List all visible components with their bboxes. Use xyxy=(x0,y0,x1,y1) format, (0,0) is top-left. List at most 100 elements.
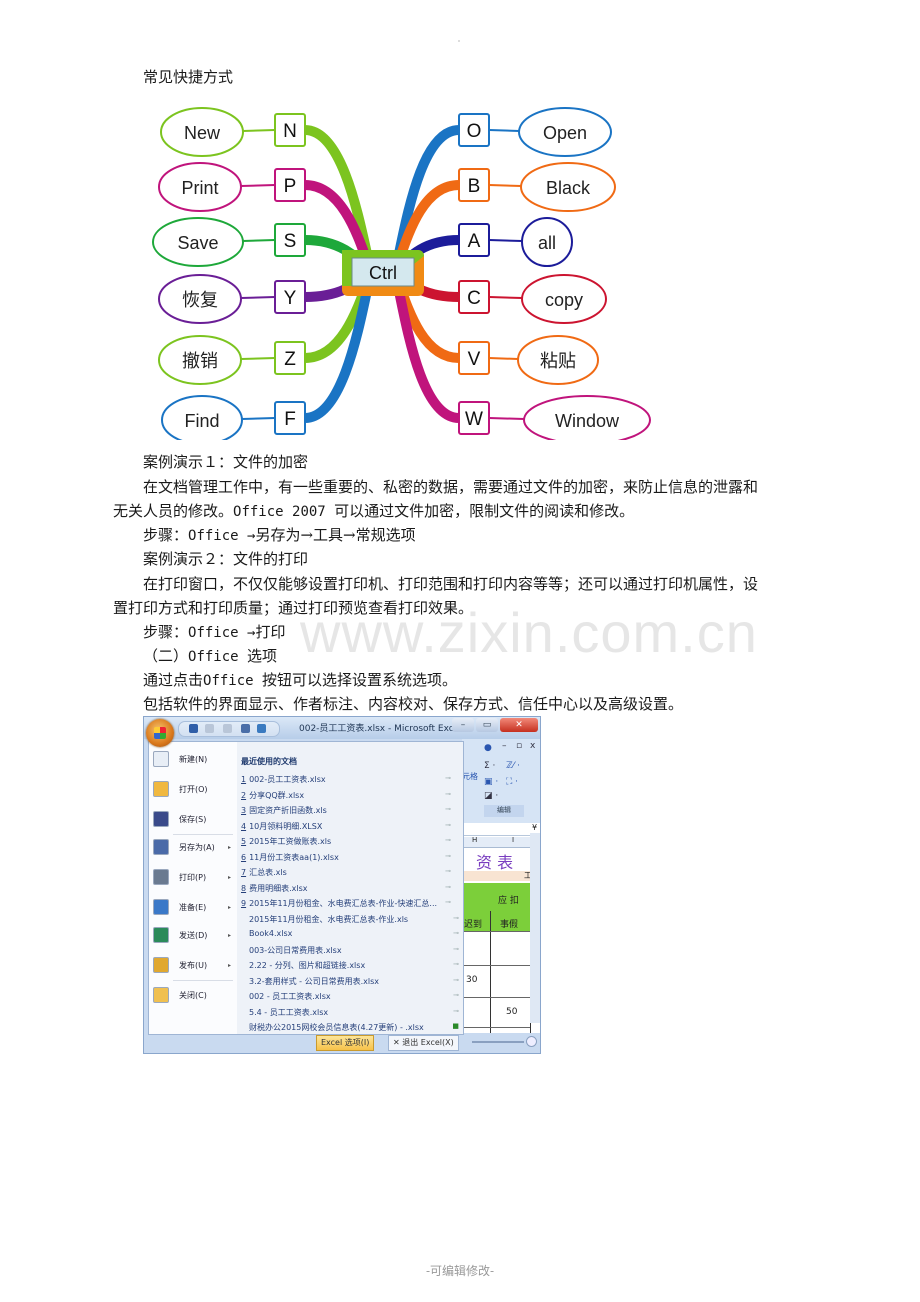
pin-icon[interactable]: ⊸ xyxy=(453,976,459,984)
recent-doc-item[interactable]: 2015年11月份租金、水电费汇总表-作业.xls ⊸ xyxy=(241,914,461,929)
recent-doc-item[interactable]: 8 费用明细表.xlsx ⊸ xyxy=(241,883,453,898)
pin-icon[interactable]: ⊸ xyxy=(445,805,451,813)
minimize-button[interactable]: – xyxy=(452,718,474,732)
recent-doc-item[interactable]: 003-公司日常费用表.xlsx ⊸ xyxy=(241,945,461,960)
office-menu-item[interactable]: 关闭(C) xyxy=(153,984,233,1006)
excel-options-button[interactable]: Excel 选项(I) xyxy=(316,1035,375,1051)
column-header-i[interactable]: I xyxy=(512,836,514,844)
menu-item-label: 发布(U) xyxy=(179,960,208,970)
recent-doc-number: 8 xyxy=(241,883,247,893)
recent-doc-name: 5.4 - 员工工资表.xlsx xyxy=(249,1007,329,1017)
recent-doc-number: 6 xyxy=(241,852,247,862)
find-select-icon[interactable]: ⛶ · xyxy=(506,777,518,787)
cell-value[interactable]: 30 xyxy=(466,975,477,985)
office-menu-footer: Excel 选项(I) ✕ 退出 Excel(X) xyxy=(144,1033,462,1053)
text-run: Office → xyxy=(188,528,256,544)
recent-doc-name: 003-公司日常费用表.xlsx xyxy=(249,945,342,955)
recent-doc-number: 4 xyxy=(241,821,247,831)
mindmap-connector xyxy=(240,184,276,187)
redo-icon[interactable] xyxy=(223,724,232,733)
pin-icon[interactable]: ⊸ xyxy=(453,945,459,953)
formula-bar-expand-icon[interactable]: ¥ xyxy=(532,823,537,832)
office-button[interactable] xyxy=(146,719,174,747)
recent-doc-item[interactable]: 2.22 - 分列、图片和超链接.xlsx ⊸ xyxy=(241,960,461,975)
recent-doc-item[interactable]: Book4.xlsx ⊸ xyxy=(241,929,461,944)
save-icon[interactable] xyxy=(189,724,198,733)
pin-icon[interactable]: ⊸ xyxy=(445,774,451,782)
pin-icon[interactable]: ⊸ xyxy=(445,883,451,891)
custom-icon[interactable] xyxy=(257,724,266,733)
formula-bar[interactable] xyxy=(462,823,540,836)
recent-doc-name: 费用明细表.xlsx xyxy=(249,883,308,893)
recent-doc-item[interactable]: 3 固定资产折旧函数.xls ⊸ xyxy=(241,805,453,820)
office-menu-item[interactable]: 发送(D) ▸ xyxy=(153,924,233,946)
pin-icon[interactable]: ⊸ xyxy=(453,960,459,968)
office-menu-item[interactable]: 新建(N) xyxy=(153,748,233,770)
recent-doc-item[interactable]: 4 10月领料明细.XLSX ⊸ xyxy=(241,821,453,836)
column-header-h[interactable]: H xyxy=(472,836,477,844)
recent-doc-name: 002-员工工资表.xlsx xyxy=(249,775,326,784)
zoom-in-icon[interactable] xyxy=(526,1036,537,1047)
grid-line xyxy=(462,931,530,932)
mindmap-key-label: A xyxy=(468,231,481,252)
recent-doc-item[interactable]: 7 汇总表.xls ⊸ xyxy=(241,867,453,882)
text-run: 打印 xyxy=(255,623,286,641)
ribbon-restore-icon[interactable]: ▫ xyxy=(516,741,522,751)
recent-doc-item[interactable]: 9 2015年11月份租金、水电费汇总表-作业-快速汇总... ⊸ xyxy=(241,898,453,913)
case2-steps: 步骤：Office →打印 xyxy=(143,620,285,645)
recent-doc-item[interactable]: 1 002-员工工资表.xlsx ⊸ xyxy=(241,774,453,789)
recent-docs-title: 最近使用的文档 xyxy=(241,757,297,766)
window-title: 002-员工工资表.xlsx - Microsoft Excel xyxy=(299,724,462,734)
recent-doc-name: 分享QQ群.xlsx xyxy=(249,790,305,800)
office-menu-item[interactable]: 保存(S) xyxy=(153,808,233,830)
office-menu-item[interactable]: 发布(U) ▸ xyxy=(153,954,233,976)
cell-value[interactable]: 50 xyxy=(506,1007,517,1017)
office-menu-item[interactable]: 准备(E) ▸ xyxy=(153,896,233,918)
pin-icon[interactable]: ⊸ xyxy=(453,929,459,937)
mindmap-key-label: F xyxy=(284,409,296,430)
autosum-icon[interactable]: Σ · xyxy=(484,761,495,771)
text-run: （二） xyxy=(143,647,189,665)
mindmap-oval-o: Open xyxy=(518,107,612,157)
pin-icon[interactable]: ⊸ xyxy=(445,852,451,860)
close-button[interactable]: ✕ xyxy=(500,718,538,732)
recent-doc-item[interactable]: 6 11月份工资表aa(1).xlsx ⊸ xyxy=(241,852,453,867)
help-icon[interactable]: ● xyxy=(484,743,492,753)
pin-icon[interactable]: ⊸ xyxy=(445,836,451,844)
recent-doc-item[interactable]: 3.2-套用样式 - 公司日常费用表.xlsx ⊸ xyxy=(241,976,461,991)
status-bar xyxy=(462,1033,540,1053)
recent-doc-item[interactable]: 002 - 员工工资表.xlsx ⊸ xyxy=(241,991,461,1006)
pin-icon[interactable]: ⊸ xyxy=(445,790,451,798)
recent-doc-number: 9 xyxy=(241,899,247,908)
clear-icon[interactable]: ◪ · xyxy=(484,791,498,801)
print-preview-icon[interactable] xyxy=(241,724,250,733)
fill-icon[interactable]: ▣ · xyxy=(484,777,498,787)
ribbon-close-icon[interactable]: x xyxy=(530,741,535,751)
office-menu-item[interactable]: 另存为(A) ▸ xyxy=(153,836,233,858)
pin-icon[interactable]: ⊸ xyxy=(445,898,451,906)
maximize-button[interactable]: ▭ xyxy=(476,718,498,732)
pin-icon[interactable]: ⊸ xyxy=(453,991,459,999)
office-menu-item[interactable]: 打印(P) ▸ xyxy=(153,866,233,888)
vertical-scrollbar[interactable] xyxy=(530,833,540,1023)
zoom-slider[interactable] xyxy=(472,1041,524,1043)
mindmap-key-label: V xyxy=(468,349,481,370)
undo-icon[interactable] xyxy=(205,724,214,733)
recent-doc-item[interactable]: 2 分享QQ群.xlsx ⊸ xyxy=(241,790,453,805)
office-menu-item[interactable]: 打开(O) xyxy=(153,778,233,800)
text-run: Office xyxy=(188,649,248,665)
recent-doc-name: 2.22 - 分列、图片和超链接.xlsx xyxy=(249,961,366,970)
recent-doc-name: 3.2-套用样式 - 公司日常费用表.xlsx xyxy=(249,976,379,986)
recent-doc-item[interactable]: 5.4 - 员工工资表.xlsx ⊸ xyxy=(241,1007,461,1022)
pin-icon[interactable]: ⊸ xyxy=(453,1007,459,1015)
deduction-header: 应 扣 xyxy=(498,896,519,906)
exit-excel-button[interactable]: ✕ 退出 Excel(X) xyxy=(388,1035,459,1051)
sort-filter-icon[interactable]: ℤ⁄ · xyxy=(506,761,520,771)
pin-icon[interactable]: ⊸ xyxy=(445,821,451,829)
case1-title: 案例演示１：文件的加密 xyxy=(143,453,309,471)
pin-icon[interactable]: ⊸ xyxy=(453,914,459,922)
recent-doc-item[interactable]: 5 2015年工资做账表.xls ⊸ xyxy=(241,836,453,851)
ribbon-minimize-icon[interactable]: – xyxy=(502,741,507,751)
pin-icon[interactable]: ⊸ xyxy=(445,867,451,875)
pin-icon[interactable]: ■ xyxy=(452,1022,459,1030)
